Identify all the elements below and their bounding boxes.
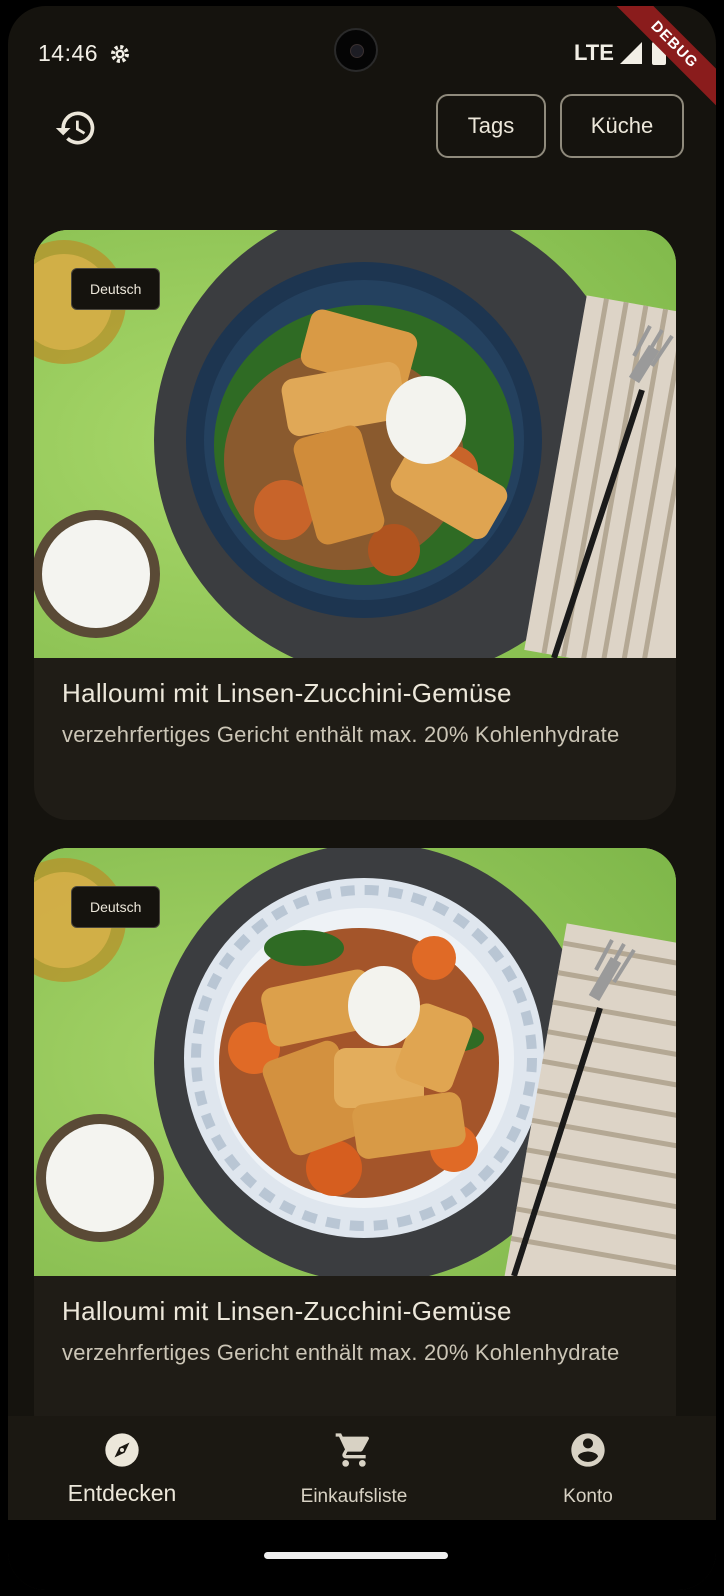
compass-icon	[105, 1433, 139, 1467]
settings-gear-icon	[111, 45, 129, 63]
recipe-subtitle: verzehrfertiges Gericht enthält max. 20%…	[62, 722, 620, 747]
status-bar: 14:46 LTE DEBUG	[8, 6, 716, 111]
home-indicator[interactable]	[264, 1552, 448, 1559]
language-badge: Deutsch	[71, 268, 161, 310]
recipe-title: Halloumi mit Linsen-Zucchini-Gemüse	[62, 1296, 512, 1326]
account-circle-icon	[571, 1433, 605, 1467]
bottom-navigation: Entdecken Einkaufsliste Konto	[8, 1416, 716, 1520]
nav-item-discover[interactable]: Entdecken	[22, 1416, 222, 1520]
tags-filter-button[interactable]: Tags	[436, 94, 546, 158]
front-camera	[334, 28, 378, 72]
shopping-cart-icon	[335, 1433, 370, 1467]
nav-label-account: Konto	[563, 1486, 613, 1507]
nav-label-discover: Entdecken	[67, 1480, 177, 1506]
recipe-image: Deutsch	[34, 848, 676, 1276]
nav-item-account[interactable]: Konto	[488, 1416, 688, 1520]
nav-item-shopping-list[interactable]: Einkaufsliste	[254, 1416, 454, 1520]
history-icon[interactable]	[54, 106, 98, 150]
status-time: 14:46	[38, 40, 99, 66]
recipe-card[interactable]: Deutsch Halloumi mit Linsen-Zucchini-Gem…	[34, 230, 676, 820]
recipe-card[interactable]: Deutsch Halloumi mit Linsen-Zucchini-Gem…	[34, 848, 676, 1448]
app-screen: 14:46 LTE DEBUG Tags Küche Deutsch Hallo…	[8, 6, 716, 1590]
recipe-title: Halloumi mit Linsen-Zucchini-Gemüse	[62, 678, 512, 708]
recipe-image: Deutsch	[34, 230, 676, 658]
signal-strength-icon	[620, 42, 642, 64]
recipe-subtitle: verzehrfertiges Gericht enthält max. 20%…	[62, 1340, 620, 1365]
cuisine-filter-button[interactable]: Küche	[560, 94, 684, 158]
nav-label-shopping-list: Einkaufsliste	[300, 1486, 408, 1507]
language-badge: Deutsch	[71, 886, 161, 928]
network-type: LTE	[574, 40, 614, 65]
